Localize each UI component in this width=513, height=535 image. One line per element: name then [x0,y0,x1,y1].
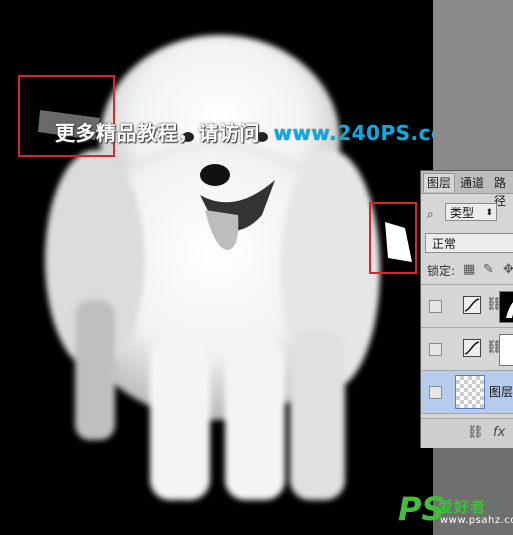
promo-banner: 更多精品教程，请访问 www.240PS.com [55,117,433,146]
fx-icon[interactable]: fx [493,425,505,440]
layer-row-curves-1[interactable]: ⛓ [421,284,513,327]
select-arrows-icon: ⬍ [485,208,493,218]
promo-url: www.240PS.com [273,121,433,145]
promo-text: 更多精品教程，请访问 [55,121,260,145]
lock-row: 锁定: ▦ ✎ ✥ [427,262,513,280]
layer-mask-thumbnail[interactable] [499,334,513,366]
link-icon[interactable]: ⛓ [467,425,484,440]
visibility-toggle[interactable] [429,343,442,356]
transparent-layer-thumbnail[interactable] [455,375,485,409]
document-canvas[interactable]: 更多精品教程，请访问 www.240PS.com [0,0,433,535]
filter-kind-label: 类型 [450,206,475,220]
lock-move-icon[interactable]: ✥ [503,262,513,277]
panel-tabs: 图层 通道 路径 [421,171,513,208]
blend-mode-label: 正常 [432,237,457,251]
panel-bottom-bar: ⛓ fx [421,418,513,448]
watermark: PS 爱好者 www.psahz.com [398,493,513,531]
curves-adjustment-icon [463,296,481,314]
watermark-text: 爱好者 [438,498,487,516]
layer-mask-thumbnail[interactable] [499,291,513,323]
layer-name[interactable]: 图层 [489,383,513,400]
search-icon: ⌕ [427,207,434,221]
visibility-toggle[interactable] [429,386,442,399]
lock-brush-icon[interactable]: ✎ [483,262,494,277]
tab-layers[interactable]: 图层 [423,173,456,192]
layer-row-curves-2[interactable]: ⛓ [421,327,513,370]
layers-panel: 图层 通道 路径 ⌕ 类型 ⬍ 正常 锁定: ▦ ✎ ✥ ⛓ ⛓ 图层 ⛓ fx [420,170,513,448]
lock-label: 锁定: [427,264,456,278]
tab-paths[interactable]: 路径 [491,174,513,208]
lock-transparency-icon[interactable]: ▦ [463,262,475,277]
mask-shape [506,302,513,318]
blend-mode-select[interactable]: 正常 [425,233,513,253]
watermark-site: www.psahz.com [440,515,513,526]
tab-channels[interactable]: 通道 [457,174,487,192]
filter-kind-select[interactable]: 类型 ⬍ [445,203,497,221]
layer-row-pixel[interactable]: 图层 [421,370,513,413]
visibility-toggle[interactable] [429,300,442,313]
workspace-background [433,0,513,170]
curves-adjustment-icon [463,339,481,357]
highlight-box-right [369,202,417,274]
